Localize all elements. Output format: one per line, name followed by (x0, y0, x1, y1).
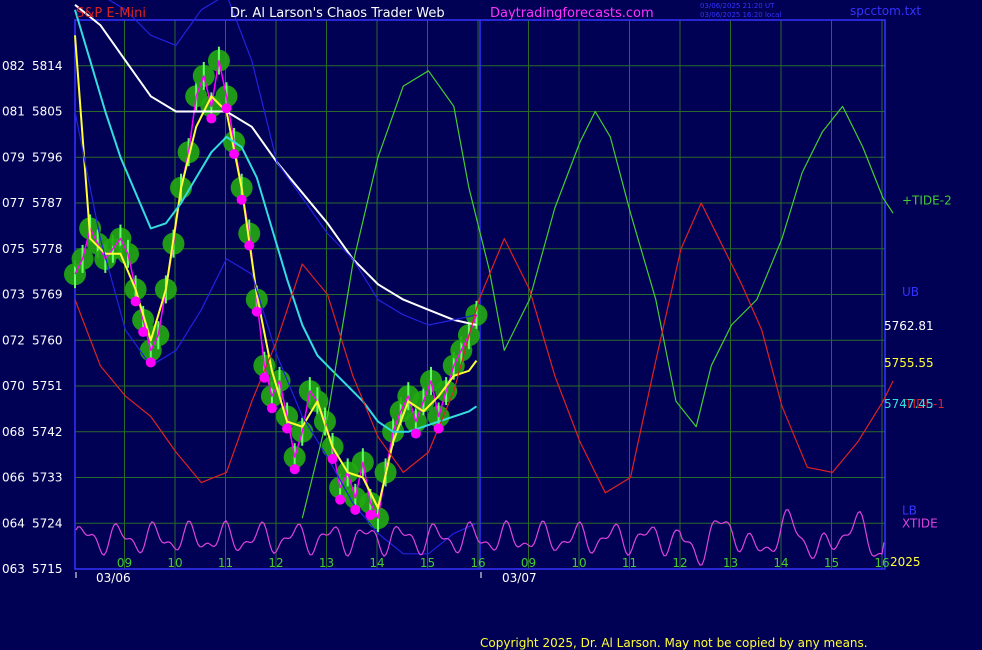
y-tick-price: 5778 (32, 242, 63, 256)
signal-dot (282, 423, 293, 434)
y-tick-price: 5796 (32, 150, 63, 164)
signal-dot (221, 103, 232, 114)
date-label: 03/07 (502, 571, 537, 585)
y-tick-price: 5805 (32, 105, 63, 119)
signal-dot (350, 504, 361, 515)
x-tick-label: 10 (167, 556, 182, 570)
y-tick-price: 5742 (32, 425, 63, 439)
y-tick-count: 068 (2, 425, 25, 439)
x-tick-label: 12 (672, 556, 687, 570)
x-tick-label: 09 (521, 556, 536, 570)
y-tick-count: 077 (2, 196, 25, 210)
right-label: 5747.45 (884, 397, 934, 411)
right-label: 5755.55 (884, 356, 934, 370)
y-tick-price: 5751 (32, 379, 63, 393)
signal-dot (236, 194, 247, 205)
y-tick-count: 064 (2, 516, 25, 530)
y-tick-price: 5715 (32, 562, 63, 576)
year-label: 2025 (890, 555, 921, 569)
timestamp-local: 03/06/2025 16:20 local (700, 11, 781, 19)
signal-dot (259, 372, 270, 383)
y-tick-count: 070 (2, 379, 25, 393)
y-tick-price: 5787 (32, 196, 63, 210)
signal-dot (327, 454, 338, 464)
date-label: 03/06 (96, 571, 131, 585)
signal-dot (244, 240, 255, 251)
x-tick-label: 16 (470, 556, 485, 570)
right-label: 5762.81 (884, 319, 934, 333)
right-label: +TIDE-2 (902, 193, 952, 207)
signal-dot (433, 423, 444, 434)
chart-canvas: 063 5715 064 5724 066 5733 068 5742 070 5751 072 57… (0, 0, 982, 650)
y-tick-price: 5724 (32, 516, 63, 530)
y-tick-count: 073 (2, 288, 25, 302)
signal-dot (130, 296, 141, 307)
x-tick-label: 13 (319, 556, 334, 570)
x-tick-label: 12 (268, 556, 283, 570)
copyright: Copyright 2025, Dr. Al Larson. May not b… (480, 636, 868, 650)
x-tick-label: 14 (369, 556, 384, 570)
y-tick-count: 082 (2, 59, 25, 73)
x-tick-label: 13 (723, 556, 738, 570)
signal-dot (145, 357, 156, 368)
x-tick-label: 10 (571, 556, 586, 570)
y-tick-count: 066 (2, 471, 25, 485)
signal-dot (410, 428, 421, 439)
x-tick-label: 15 (420, 556, 435, 570)
x-tick-label: 09 (117, 556, 132, 570)
signal-dot (365, 509, 376, 520)
y-tick-count: 079 (2, 150, 25, 164)
site-link[interactable]: Daytradingforecasts.com (490, 6, 654, 21)
y-tick-count: 072 (2, 333, 25, 347)
x-tick-label: 11 (218, 556, 233, 570)
right-label: XTIDE (902, 516, 938, 530)
x-tick-label: 16 (874, 556, 889, 570)
signal-dot (266, 403, 277, 414)
right-label: UB (902, 285, 919, 299)
chart-title: Dr. Al Larson's Chaos Trader Web (230, 6, 445, 21)
signal-dot (335, 494, 346, 505)
signal-dot (289, 464, 300, 475)
timestamp-ut: 03/06/2025 21:20 UT (700, 2, 775, 10)
y-tick-count: 081 (2, 105, 25, 119)
signal-dot (206, 113, 217, 124)
y-tick-count: 063 (2, 562, 25, 576)
y-tick-price: 5814 (32, 59, 63, 73)
y-tick-price: 5760 (32, 333, 63, 347)
x-tick-label: 15 (824, 556, 839, 570)
y-tick-price: 5769 (32, 288, 63, 302)
x-tick-label: 11 (622, 556, 637, 570)
y-tick-count: 075 (2, 242, 25, 256)
signal-dot (251, 306, 262, 317)
symbol-label: S&P E-Mini (76, 6, 146, 21)
x-tick-label: 14 (773, 556, 788, 570)
signal-dot (229, 149, 240, 159)
y-tick-price: 5733 (32, 471, 63, 485)
signal-dot (138, 326, 149, 337)
data-file-label: spcctom.txt (850, 4, 921, 18)
